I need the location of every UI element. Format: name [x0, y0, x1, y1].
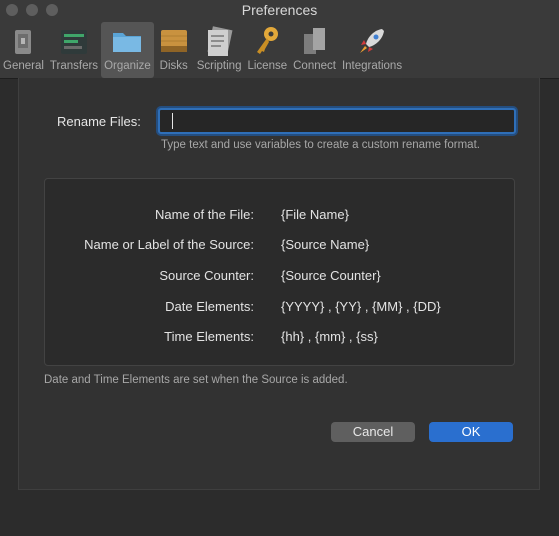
- key-icon: [257, 27, 279, 54]
- variable-value: {YYYY} , {YY} , {MM} , {DD}: [281, 299, 441, 314]
- window-titlebar: Preferences General Transfers Organize D…: [0, 0, 559, 79]
- tab-scripting[interactable]: Scripting: [194, 22, 245, 78]
- rename-help-text: Type text and use variables to create a …: [161, 139, 480, 151]
- tab-connect[interactable]: Connect: [290, 22, 339, 78]
- variable-name: Time Elements:: [164, 329, 254, 344]
- variable-name: Date Elements:: [165, 299, 254, 314]
- date-time-note: Date and Time Elements are set when the …: [44, 374, 348, 386]
- organize-pane: Rename Files: Type text and use variable…: [18, 78, 540, 490]
- variable-name: Name of the File:: [155, 207, 254, 222]
- tab-general[interactable]: General: [0, 22, 47, 78]
- window-title: Preferences: [241, 2, 318, 18]
- variable-row: Name of the File: {File Name}: [45, 207, 516, 225]
- cancel-button[interactable]: Cancel: [331, 422, 415, 442]
- script-icon: [207, 26, 233, 56]
- text-cursor: [172, 113, 173, 129]
- variable-row: Name or Label of the Source: {Source Nam…: [45, 237, 516, 255]
- preferences-toolbar: General Transfers Organize Disks Scripti…: [0, 22, 405, 78]
- rename-files-input[interactable]: [158, 108, 516, 134]
- transfers-icon: [60, 30, 87, 54]
- variable-row: Source Counter: {Source Counter}: [45, 268, 516, 286]
- rename-files-label: Rename Files:: [57, 114, 141, 129]
- general-icon: [15, 30, 32, 54]
- tab-transfers[interactable]: Transfers: [47, 22, 101, 78]
- variable-value: {File Name}: [281, 207, 349, 222]
- variable-value: {Source Name}: [281, 237, 370, 252]
- ok-button[interactable]: OK: [429, 422, 513, 442]
- variable-row: Date Elements: {YYYY} , {YY} , {MM} , {D…: [45, 299, 516, 317]
- tab-license[interactable]: License: [244, 22, 290, 78]
- variable-value: {Source Counter}: [281, 268, 381, 283]
- folder-icon: [113, 33, 142, 52]
- variables-box: Name of the File: {File Name} Name or La…: [44, 178, 515, 366]
- disk-icon: [160, 30, 187, 52]
- tab-organize[interactable]: Organize: [101, 22, 154, 78]
- tab-disks[interactable]: Disks: [154, 22, 194, 78]
- connect-icon: [303, 28, 325, 54]
- variable-row: Time Elements: {hh} , {mm} , {ss}: [45, 329, 516, 347]
- rocket-icon: [360, 29, 385, 53]
- tab-integrations[interactable]: Integrations: [339, 22, 405, 78]
- variable-name: Name or Label of the Source:: [84, 237, 254, 252]
- variable-value: {hh} , {mm} , {ss}: [281, 329, 378, 344]
- variable-name: Source Counter:: [159, 268, 254, 283]
